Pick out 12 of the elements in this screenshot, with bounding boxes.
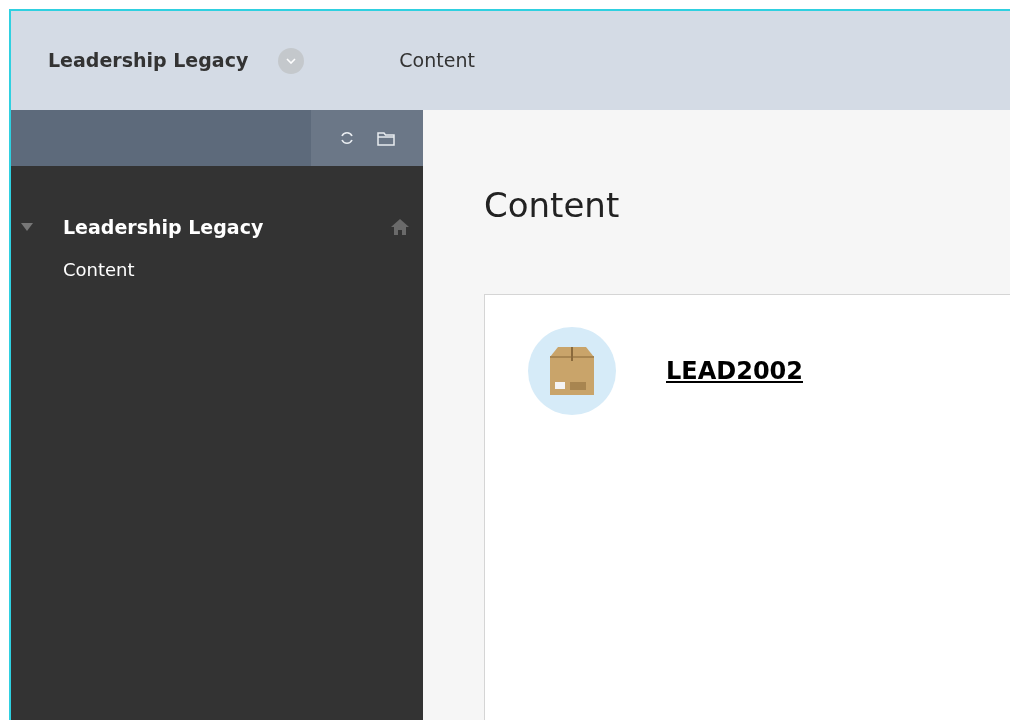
sidebar-item[interactable]: Content <box>63 259 135 280</box>
sidebar-item[interactable]: Leadership Legacy <box>63 212 391 242</box>
course-title[interactable]: Leadership Legacy <box>48 46 249 75</box>
folder-icon[interactable] <box>377 130 395 146</box>
breadcrumb: Content <box>399 48 475 74</box>
page-title: Content <box>484 184 621 227</box>
content-item-link[interactable]: LEAD2002 <box>666 353 803 389</box>
package-box-icon <box>528 327 616 415</box>
home-icon[interactable] <box>391 219 409 235</box>
chevron-down-icon <box>286 57 297 64</box>
triangle-down-icon[interactable] <box>20 222 34 232</box>
refresh-icon[interactable] <box>339 130 355 146</box>
